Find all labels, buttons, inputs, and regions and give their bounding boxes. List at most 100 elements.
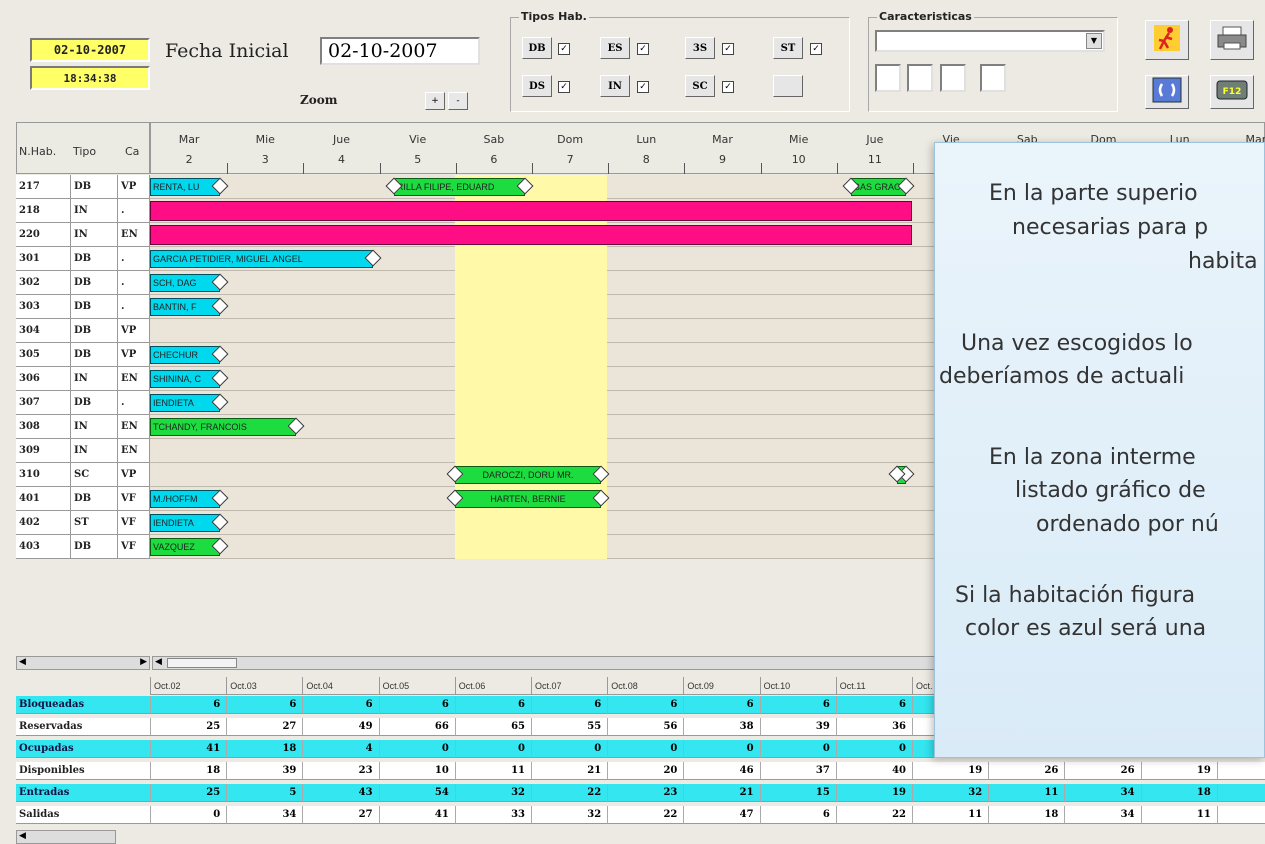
refresh-button[interactable]: [1145, 75, 1189, 109]
reservation-bar[interactable]: RENTA, LU: [150, 178, 221, 196]
caracteristica-box-2[interactable]: [907, 64, 933, 92]
summary-value: 11: [912, 806, 989, 824]
room-num-cell: 307: [16, 391, 71, 415]
reservation-bar[interactable]: HARTEN, BERNIE: [454, 490, 602, 508]
room-ca-cell: VF: [118, 535, 150, 559]
tipo-ds-button[interactable]: DS: [522, 75, 552, 97]
day-number: 9: [718, 153, 726, 166]
fecha-inicial-input[interactable]: 02-10-2007: [320, 37, 480, 65]
summary-date: Oct.07: [531, 677, 608, 695]
caracteristica-box-4[interactable]: [980, 64, 1006, 92]
room-num-cell: 305: [16, 343, 71, 367]
weekend-highlight: [454, 367, 608, 391]
tipo-sc-button[interactable]: SC: [685, 75, 715, 97]
reservation-bar[interactable]: RILLA FILIPE, EDUARD: [393, 178, 525, 196]
summary-value: 46: [683, 762, 760, 780]
reservation-bar[interactable]: [150, 201, 912, 221]
summary-value: 66: [378, 718, 455, 736]
summary-value: 21: [683, 784, 760, 802]
zoom-out-button[interactable]: -: [448, 92, 468, 110]
scroll-left-icon[interactable]: ◀: [155, 657, 162, 667]
tipo-ds-checkbox[interactable]: ✓: [558, 81, 570, 93]
tipo-3s-checkbox[interactable]: ✓: [722, 43, 734, 55]
room-tipo-cell: DB: [71, 535, 118, 559]
day-number: 5: [414, 153, 422, 166]
day-tick: [227, 163, 229, 174]
room-tipo-cell: IN: [71, 367, 118, 391]
tipo-in-checkbox[interactable]: ✓: [637, 81, 649, 93]
day-tick: [608, 163, 610, 174]
reservation-bar[interactable]: BANTIN, F: [150, 298, 221, 316]
tipo-st-button[interactable]: ST: [773, 37, 803, 59]
scroll-left-icon[interactable]: ◀: [19, 831, 26, 841]
summary-label: Salidas: [16, 806, 150, 824]
reservation-bar[interactable]: M./HOFFM: [150, 490, 221, 508]
reservation-bar[interactable]: GARCIA PETIDIER, MIGUEL ANGEL: [150, 250, 373, 268]
col-ca-header: Ca: [125, 145, 140, 158]
summary-date: Oct.11: [835, 677, 912, 695]
tipo-db-button[interactable]: DB: [522, 37, 552, 59]
summary-value: 22: [531, 784, 608, 802]
tipo-es-checkbox[interactable]: ✓: [637, 43, 649, 55]
summary-value: 32: [531, 806, 608, 824]
reservation-bar[interactable]: IENDIETA: [150, 514, 221, 532]
reservation-bar[interactable]: TCHANDY, FRANCOIS: [150, 418, 297, 436]
reservation-bar[interactable]: CHECHUR: [150, 346, 221, 364]
summary-value: 0: [683, 740, 760, 758]
room-tipo-cell: IN: [71, 439, 118, 463]
print-button[interactable]: [1210, 20, 1254, 60]
room-num-cell: 218: [16, 199, 71, 223]
weekend-highlight: [454, 319, 608, 343]
overlay-line: Una vez escogidos lo: [961, 331, 1193, 356]
day-name: Jue: [866, 133, 884, 146]
weekend-highlight: [454, 343, 608, 367]
reservation-bar[interactable]: [150, 225, 912, 245]
weekend-highlight: [454, 511, 608, 535]
overlay-line: color es azul será una: [965, 616, 1207, 641]
room-tipo-cell: DB: [71, 391, 118, 415]
f12-button[interactable]: F12: [1210, 75, 1254, 109]
caracteristica-box-1[interactable]: [875, 64, 901, 92]
bottom-scrollbar[interactable]: ◀: [16, 830, 116, 844]
room-tipo-cell: DB: [71, 487, 118, 511]
reservation-bar[interactable]: SHININA, C: [150, 370, 221, 388]
room-num-cell: 217: [16, 175, 71, 199]
tipo-sc-checkbox[interactable]: ✓: [722, 81, 734, 93]
day-name: Dom: [557, 133, 584, 146]
exit-button[interactable]: [1145, 20, 1189, 60]
summary-value: 5: [226, 784, 303, 802]
tipo-es-button[interactable]: ES: [600, 37, 630, 59]
summary-value: 4: [302, 740, 379, 758]
rooms-horizontal-scrollbar[interactable]: ◀ ▶: [16, 656, 150, 670]
summary-value: 18: [226, 740, 303, 758]
room-ca-cell: VP: [118, 175, 150, 199]
summary-value: 6: [759, 696, 836, 714]
summary-value: 5: [1216, 762, 1265, 780]
scroll-left-icon[interactable]: ◀: [19, 657, 26, 667]
reservation-bar[interactable]: VAZQUEZ: [150, 538, 221, 556]
tipo-in-button[interactable]: IN: [600, 75, 630, 97]
reservation-bar[interactable]: DAROCZI, DORU MR.: [454, 466, 602, 484]
overlay-line: ordenado por nú: [1036, 512, 1219, 537]
scroll-thumb[interactable]: [167, 658, 237, 668]
scroll-right-icon[interactable]: ▶: [140, 657, 147, 667]
zoom-in-button[interactable]: +: [425, 92, 445, 110]
reservation-bar[interactable]: IENDIETA: [150, 394, 221, 412]
room-ca-cell: .: [118, 271, 150, 295]
room-tipo-cell: DB: [71, 271, 118, 295]
tipo-3s-button[interactable]: 3S: [685, 37, 715, 59]
caracteristicas-title: Caracteristicas: [877, 10, 974, 23]
summary-value: 38: [683, 718, 760, 736]
summary-value: 6: [835, 696, 912, 714]
chevron-down-icon[interactable]: ▼: [1086, 33, 1102, 49]
tipo-st-checkbox[interactable]: ✓: [810, 43, 822, 55]
caracteristica-box-3[interactable]: [940, 64, 966, 92]
summary-value: 34: [226, 806, 303, 824]
room-num-cell: 301: [16, 247, 71, 271]
tipo-empty-button[interactable]: [773, 75, 803, 97]
reservation-bar[interactable]: SCH, DAG: [150, 274, 221, 292]
room-ca-cell: EN: [118, 223, 150, 247]
summary-value: 55: [531, 718, 608, 736]
caracteristicas-select[interactable]: ▼: [875, 30, 1105, 52]
tipo-db-checkbox[interactable]: ✓: [558, 43, 570, 55]
